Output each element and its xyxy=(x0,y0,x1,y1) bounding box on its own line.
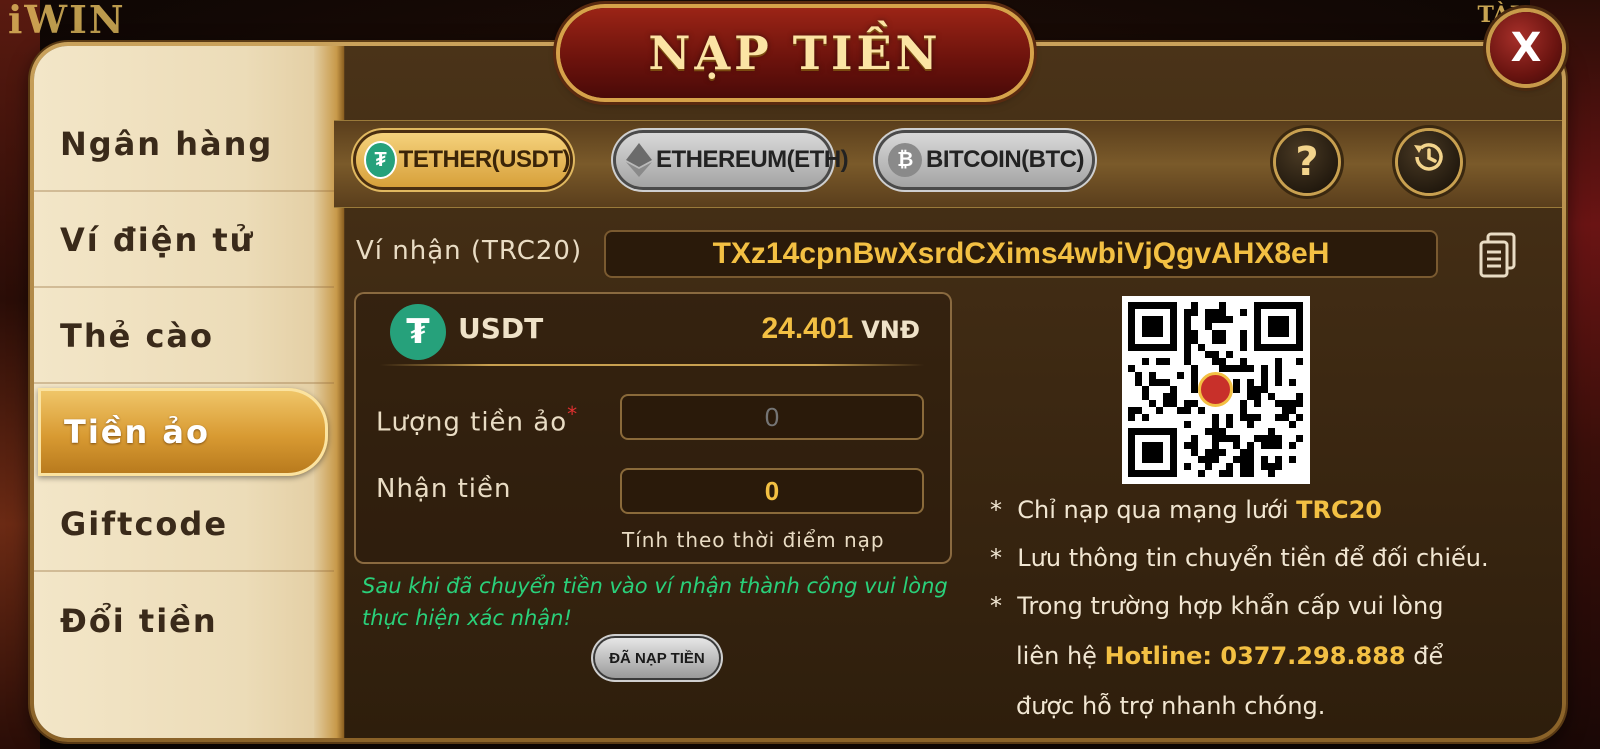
tab-tether[interactable]: ₮ TETHER(USDT) xyxy=(356,133,571,187)
info-line-2: * Lưu thông tin chuyển tiền để đối chiếu… xyxy=(990,544,1489,572)
amount-label-text: Lượng tiền ảo xyxy=(376,407,568,438)
receive-amount-field: 0 xyxy=(620,468,924,514)
tab-bitcoin[interactable]: ₿ BITCOIN(BTC) xyxy=(878,133,1092,187)
required-mark: * xyxy=(567,402,579,426)
tab-ethereum-label: ETHEREUM(ETH) xyxy=(656,146,849,173)
info-line-3-text: Trong trường hợp khẩn cấp vui lòng xyxy=(1017,592,1444,620)
info-line-1: * Chỉ nạp qua mạng lưới TRC20 xyxy=(990,496,1382,524)
history-icon xyxy=(1411,139,1447,185)
close-button[interactable]: X xyxy=(1490,12,1562,84)
amount-label: Lượng tiền ảo* xyxy=(376,402,578,438)
info-line-5: được hỗ trợ nhanh chóng. xyxy=(1016,692,1326,720)
close-icon: X xyxy=(1510,25,1542,71)
deposit-dialog: Ngân hàng Ví điện tử Thẻ cào Tiền ảo Gif… xyxy=(30,42,1566,742)
receive-label: Nhận tiền xyxy=(376,474,512,504)
conversion-panel: ₮ USDT 24.401 VNĐ Lượng tiền ảo* Nhận ti… xyxy=(354,292,952,564)
rate-note: Tính theo thời điểm nạp xyxy=(622,528,885,552)
history-button[interactable] xyxy=(1398,131,1460,193)
dialog-body: Ngân hàng Ví điện tử Thẻ cào Tiền ảo Gif… xyxy=(34,46,1562,738)
info-line-1-text: Chỉ nạp qua mạng lưới xyxy=(1017,496,1289,524)
qr-code xyxy=(1122,296,1310,484)
bitcoin-icon: ₿ xyxy=(888,143,922,177)
info-bullet: * xyxy=(990,544,1002,572)
rate-unit: VNĐ xyxy=(861,316,920,344)
qr-center-logo xyxy=(1198,372,1233,407)
sidebar-item-vi-dien-tu[interactable]: Ví điện tử xyxy=(34,194,334,288)
tether-icon: ₮ xyxy=(366,143,395,177)
coin-tab-bar: ₮ TETHER(USDT) ETHEREUM(ETH) ₿ BITCOIN(B… xyxy=(334,120,1562,208)
network-highlight: TRC20 xyxy=(1296,496,1382,524)
copy-button[interactable] xyxy=(1478,232,1518,280)
sidebar-item-giftcode[interactable]: Giftcode xyxy=(34,478,334,572)
qr-code-image xyxy=(1128,302,1303,477)
help-icon: ? xyxy=(1295,139,1319,185)
info-bullet: * xyxy=(990,496,1002,524)
confirm-instruction: Sau khi đã chuyển tiền vào ví nhận thành… xyxy=(362,574,948,630)
info-line-3: * Trong trường hợp khẩn cấp vui lòng xyxy=(990,592,1443,620)
sidebar-item-doi-tien[interactable]: Đổi tiền xyxy=(34,574,334,668)
tab-tether-label: TETHER(USDT) xyxy=(398,146,571,173)
info-line-4-prefix: liên hệ xyxy=(1016,642,1097,670)
copy-icon xyxy=(1478,232,1518,284)
info-line-4-suffix: để xyxy=(1413,642,1444,670)
title-badge: NẠP TIỀN xyxy=(560,8,1030,98)
wallet-address-field[interactable]: TXz14cpnBwXsrdCXims4wbiVjQgvAHX8eH xyxy=(604,230,1438,278)
divider xyxy=(380,364,924,366)
wallet-label: Ví nhận (TRC20) xyxy=(356,236,583,266)
wallet-address: TXz14cpnBwXsrdCXims4wbiVjQgvAHX8eH xyxy=(712,237,1330,270)
info-line-2-text: Lưu thông tin chuyển tiền để đối chiếu. xyxy=(1017,544,1489,572)
info-bullet: * xyxy=(990,592,1002,620)
sidebar-item-tien-ao[interactable]: Tiền ảo xyxy=(38,388,328,476)
background-logo: iWIN xyxy=(8,0,126,42)
page-title: NẠP TIỀN xyxy=(648,26,942,80)
hotline-highlight: Hotline: 0377.298.888 xyxy=(1104,642,1406,670)
rate-coin: USDT xyxy=(458,312,544,345)
tether-logo-icon: ₮ xyxy=(390,304,446,360)
help-button[interactable]: ? xyxy=(1276,131,1338,193)
info-line-4: liên hệ Hotline: 0377.298.888 để xyxy=(1016,642,1443,670)
rate-display: 24.401 VNĐ xyxy=(761,312,920,346)
rate-value: 24.401 xyxy=(761,312,854,345)
sidebar-item-the-cao[interactable]: Thẻ cào xyxy=(34,290,334,384)
tab-bitcoin-label: BITCOIN(BTC) xyxy=(926,146,1084,173)
confirm-deposit-button[interactable]: ĐÃ NẠP TIỀN xyxy=(595,638,719,678)
sidebar-item-ngan-hang[interactable]: Ngân hàng xyxy=(34,98,334,192)
amount-input[interactable] xyxy=(620,394,924,440)
ethereum-icon xyxy=(626,143,652,177)
tab-ethereum[interactable]: ETHEREUM(ETH) xyxy=(616,133,849,187)
